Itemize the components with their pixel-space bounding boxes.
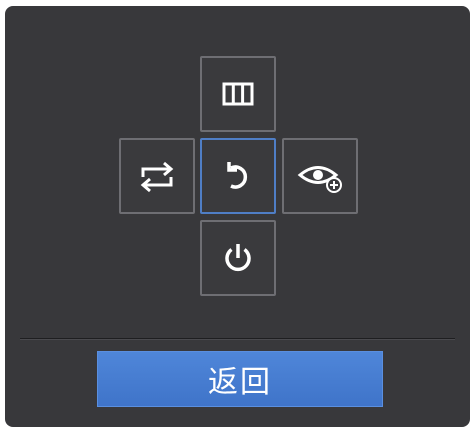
grid-columns-icon [222,82,254,106]
input-switch-tile[interactable] [119,138,195,214]
osd-menu-panel: 返回 [5,6,470,427]
power-tile[interactable] [200,220,276,296]
power-icon [225,244,251,272]
eye-plus-icon [297,166,342,193]
reset-tile[interactable] [200,138,276,214]
eye-care-tile[interactable] [282,138,358,214]
undo-icon [227,162,248,189]
footer-divider [20,338,455,340]
back-button[interactable]: 返回 [97,351,383,407]
grid-columns-tile[interactable] [200,56,276,132]
switch-arrows-icon [140,161,174,193]
